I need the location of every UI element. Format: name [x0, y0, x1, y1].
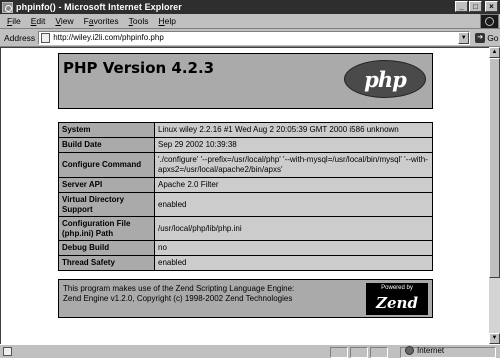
window-title: phpinfo() - Microsoft Internet Explorer	[16, 2, 182, 12]
status-cell	[330, 347, 348, 358]
maximize-button[interactable]: □	[469, 1, 482, 12]
zend-footer: This program makes use of the Zend Scrip…	[58, 279, 433, 318]
table-row: Build Date Sep 29 2002 10:39:38	[58, 137, 433, 153]
address-url: http://wiley.i2li.com/phpinfo.php	[53, 33, 164, 42]
row-value: enabled	[154, 192, 433, 217]
scroll-thumb[interactable]	[489, 58, 500, 278]
menu-file[interactable]: File	[2, 16, 26, 26]
row-key: Server API	[58, 177, 155, 193]
globe-icon	[405, 346, 414, 355]
row-value: enabled	[154, 255, 433, 271]
address-bar: Address http://wiley.i2li.com/phpinfo.ph…	[0, 29, 500, 47]
address-input[interactable]: http://wiley.i2li.com/phpinfo.php ▼	[38, 30, 471, 45]
vertical-scrollbar[interactable]: ▲ ▼	[489, 47, 500, 344]
status-cell	[350, 347, 368, 358]
menu-view[interactable]: View	[50, 16, 78, 26]
menu-edit[interactable]: Edit	[26, 16, 51, 26]
row-key: Build Date	[58, 137, 155, 153]
php-info-table: System Linux wiley 2.2.16 #1 Wed Aug 2 2…	[58, 122, 433, 271]
zend-credits: This program makes use of the Zend Scrip…	[63, 284, 294, 304]
ie-page-icon	[2, 1, 13, 13]
zend-logo-text: Zend	[376, 294, 418, 312]
zone-label: Internet	[417, 346, 445, 355]
row-key: Debug Build	[58, 240, 155, 256]
zend-credit-line-2: Zend Engine v1.2.0, Copyright (c) 1998-2…	[63, 294, 293, 303]
row-value: no	[154, 240, 433, 256]
table-row: Configuration File (php.ini) Path /usr/l…	[58, 216, 433, 241]
window-titlebar: phpinfo() - Microsoft Internet Explorer …	[0, 0, 500, 14]
go-arrow-icon: ➔	[475, 32, 486, 43]
table-row: Virtual Directory Support enabled	[58, 192, 433, 217]
php-logo-text: php	[364, 66, 407, 92]
scroll-up-button[interactable]: ▲	[489, 47, 500, 58]
menu-bar: File Edit View Favorites Tools Help	[0, 14, 500, 29]
table-row: Configure Command './configure' '--prefi…	[58, 152, 433, 178]
address-dropdown-button[interactable]: ▼	[458, 31, 470, 44]
table-row: Debug Build no	[58, 240, 433, 256]
ie-throbber-icon	[480, 14, 499, 29]
row-value: Linux wiley 2.2.16 #1 Wed Aug 2 20:05:39…	[154, 122, 433, 138]
zend-credit-line-1: This program makes use of the Zend Scrip…	[63, 284, 295, 293]
row-value: /usr/local/php/lib/php.ini	[154, 216, 433, 241]
row-key: Thread Safety	[58, 255, 155, 271]
table-row: Server API Apache 2.0 Filter	[58, 177, 433, 193]
php-version-header: PHP Version 4.2.3 php	[58, 53, 433, 109]
address-label: Address	[4, 32, 36, 43]
page-icon	[41, 32, 51, 43]
table-row: System Linux wiley 2.2.16 #1 Wed Aug 2 2…	[58, 122, 433, 138]
close-button[interactable]: ×	[485, 1, 498, 12]
window-controls: _ □ ×	[455, 1, 498, 12]
table-row: Thread Safety enabled	[58, 255, 433, 271]
status-bar: Internet	[0, 344, 500, 358]
row-key: Configuration File (php.ini) Path	[58, 216, 155, 241]
row-key: System	[58, 122, 155, 138]
done-page-icon	[3, 347, 12, 356]
zend-powered-by: Powered by	[381, 285, 413, 291]
menu-help[interactable]: Help	[154, 16, 181, 26]
security-zone: Internet	[405, 346, 444, 355]
go-button[interactable]: ➔ Go	[475, 32, 499, 43]
zend-logo: Powered by Zend	[366, 283, 428, 315]
scroll-down-button[interactable]: ▼	[489, 333, 500, 344]
page-title: PHP Version 4.2.3	[63, 59, 215, 77]
php-logo: php	[344, 60, 426, 98]
menu-favorites[interactable]: Favorites	[79, 16, 124, 26]
row-value: Apache 2.0 Filter	[154, 177, 433, 193]
row-key: Configure Command	[58, 152, 155, 178]
row-value: './configure' '--prefix=/usr/local/php' …	[154, 152, 433, 178]
go-label: Go	[487, 32, 499, 43]
minimize-button[interactable]: _	[455, 1, 468, 12]
status-cell	[370, 347, 388, 358]
row-value: Sep 29 2002 10:39:38	[154, 137, 433, 153]
row-key: Virtual Directory Support	[58, 192, 155, 217]
menu-tools[interactable]: Tools	[124, 16, 154, 26]
